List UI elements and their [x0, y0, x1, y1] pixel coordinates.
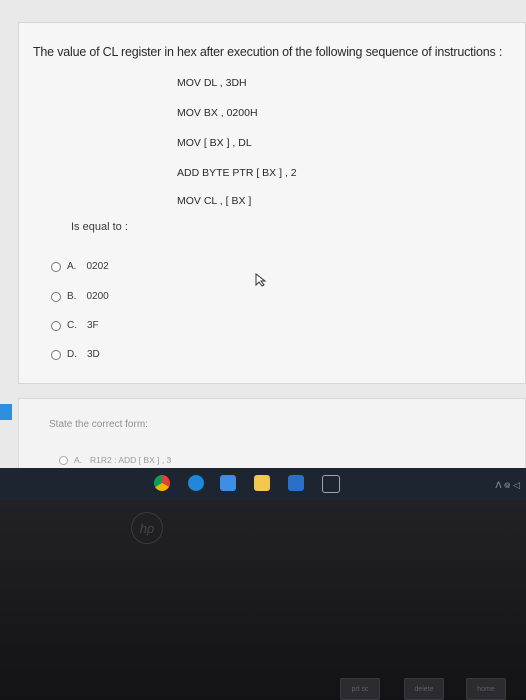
- delete-key: delete: [404, 678, 444, 700]
- option-letter: D.: [67, 349, 77, 360]
- option-b[interactable]: B. 0200: [51, 291, 109, 302]
- option-value: R1R2 : ADD [ BX ] , 3: [90, 455, 172, 465]
- prtsc-key: prt sc: [340, 678, 380, 700]
- screen: The value of CL register in hex after ex…: [0, 0, 526, 500]
- mouse-cursor-icon: [255, 273, 267, 287]
- question-text: The value of CL register in hex after ex…: [33, 45, 503, 59]
- radio-icon[interactable]: [51, 320, 61, 331]
- option-value: 0202: [86, 261, 109, 272]
- edge-icon[interactable]: [188, 475, 204, 491]
- option-a[interactable]: A. 0202: [51, 261, 109, 272]
- option-value: 3F: [87, 320, 99, 331]
- next-question-text: State the correct form:: [49, 419, 148, 430]
- hp-logo: hp: [131, 512, 163, 544]
- home-key: home: [466, 678, 506, 700]
- option-value: 3D: [87, 349, 100, 360]
- radio-icon[interactable]: [59, 455, 68, 465]
- radio-icon[interactable]: [51, 291, 61, 302]
- radio-icon[interactable]: [51, 349, 61, 360]
- next-option-a[interactable]: A. R1R2 : ADD [ BX ] , 3: [59, 455, 171, 465]
- instruction-line-5: MOV CL , [ BX ]: [177, 195, 252, 207]
- option-d[interactable]: D. 3D: [51, 349, 100, 360]
- option-value: 0200: [86, 291, 109, 302]
- option-c[interactable]: C. 3F: [51, 320, 99, 331]
- store-icon[interactable]: [288, 475, 304, 491]
- instruction-line-3: MOV [ BX ] , DL: [177, 137, 252, 149]
- option-letter: B.: [67, 291, 77, 302]
- chrome-icon[interactable]: [154, 475, 170, 491]
- instruction-line-2: MOV BX , 0200H: [177, 107, 258, 119]
- option-letter: A.: [74, 455, 83, 465]
- equal-label: Is equal to :: [71, 221, 128, 233]
- calculator-icon[interactable]: [322, 475, 340, 493]
- instruction-line-1: MOV DL , 3DH: [177, 77, 247, 89]
- radio-icon[interactable]: [51, 261, 61, 272]
- taskbar: ᐱ ᪤ ◁: [0, 468, 526, 500]
- laptop-bezel: [0, 500, 526, 700]
- file-explorer-icon[interactable]: [254, 475, 270, 491]
- system-tray[interactable]: ᐱ ᪤ ◁: [495, 478, 520, 493]
- mail-icon[interactable]: [220, 475, 236, 491]
- question-card: The value of CL register in hex after ex…: [18, 22, 526, 384]
- option-letter: A.: [67, 261, 77, 272]
- question-marker[interactable]: [0, 404, 12, 420]
- instruction-line-4: ADD BYTE PTR [ BX ] , 2: [177, 167, 297, 179]
- option-letter: C.: [67, 320, 77, 331]
